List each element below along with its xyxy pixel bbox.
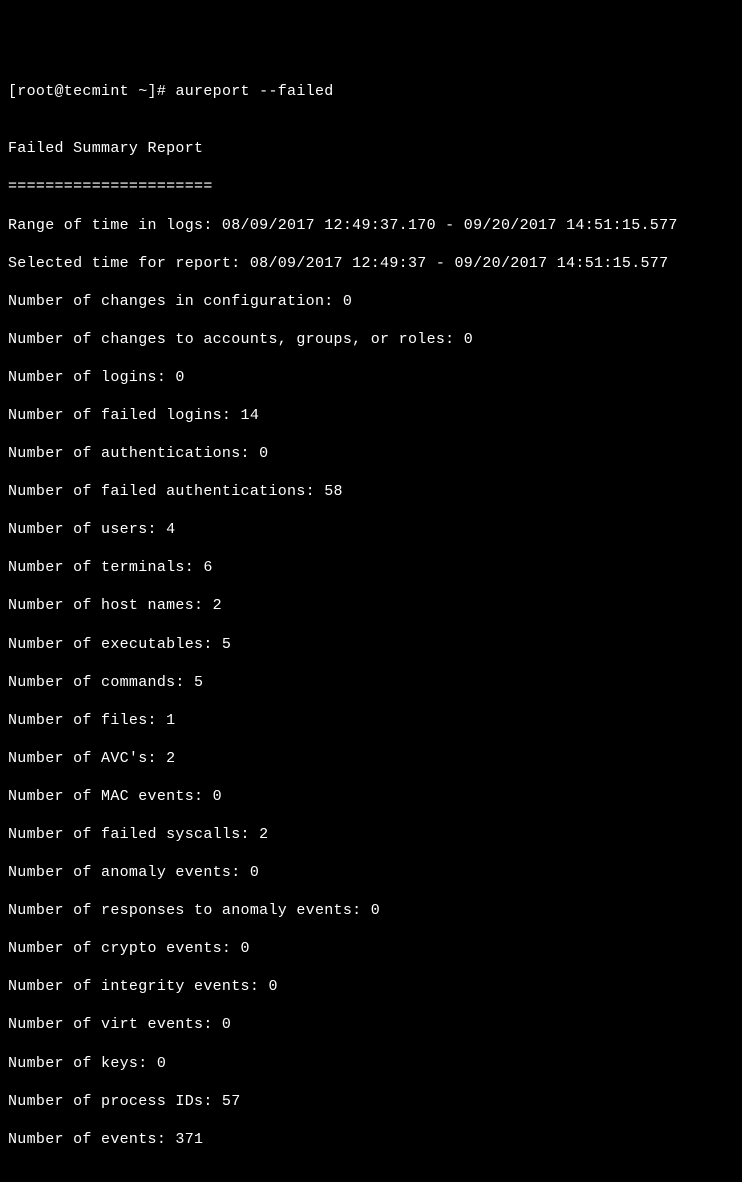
- stat-users: Number of users: 4: [8, 520, 734, 539]
- stat-failed-syscalls: Number of failed syscalls: 2: [8, 825, 734, 844]
- command-text: aureport --failed: [175, 83, 333, 100]
- range-line: Range of time in logs: 08/09/2017 12:49:…: [8, 216, 734, 235]
- stat-logins: Number of logins: 0: [8, 368, 734, 387]
- stat-anomaly-events: Number of anomaly events: 0: [8, 863, 734, 882]
- prompt-line-1[interactable]: [root@tecmint ~]# aureport --failed: [8, 82, 734, 101]
- stat-mac-events: Number of MAC events: 0: [8, 787, 734, 806]
- shell-prompt: [root@tecmint ~]#: [8, 83, 175, 100]
- stat-events: Number of events: 371: [8, 1130, 734, 1149]
- stat-anomaly-responses: Number of responses to anomaly events: 0: [8, 901, 734, 920]
- stat-failed-authentications: Number of failed authentications: 58: [8, 482, 734, 501]
- stat-terminals: Number of terminals: 6: [8, 558, 734, 577]
- stat-executables: Number of executables: 5: [8, 635, 734, 654]
- separator: ======================: [8, 177, 734, 196]
- stat-commands: Number of commands: 5: [8, 673, 734, 692]
- stat-host-names: Number of host names: 2: [8, 596, 734, 615]
- stat-account-changes: Number of changes to accounts, groups, o…: [8, 330, 734, 349]
- selected-line: Selected time for report: 08/09/2017 12:…: [8, 254, 734, 273]
- stat-virt-events: Number of virt events: 0: [8, 1015, 734, 1034]
- report-title: Failed Summary Report: [8, 139, 734, 158]
- stat-crypto-events: Number of crypto events: 0: [8, 939, 734, 958]
- stat-keys: Number of keys: 0: [8, 1054, 734, 1073]
- stat-failed-logins: Number of failed logins: 14: [8, 406, 734, 425]
- stat-files: Number of files: 1: [8, 711, 734, 730]
- stat-avcs: Number of AVC's: 2: [8, 749, 734, 768]
- stat-integrity-events: Number of integrity events: 0: [8, 977, 734, 996]
- stat-config-changes: Number of changes in configuration: 0: [8, 292, 734, 311]
- stat-authentications: Number of authentications: 0: [8, 444, 734, 463]
- stat-process-ids: Number of process IDs: 57: [8, 1092, 734, 1111]
